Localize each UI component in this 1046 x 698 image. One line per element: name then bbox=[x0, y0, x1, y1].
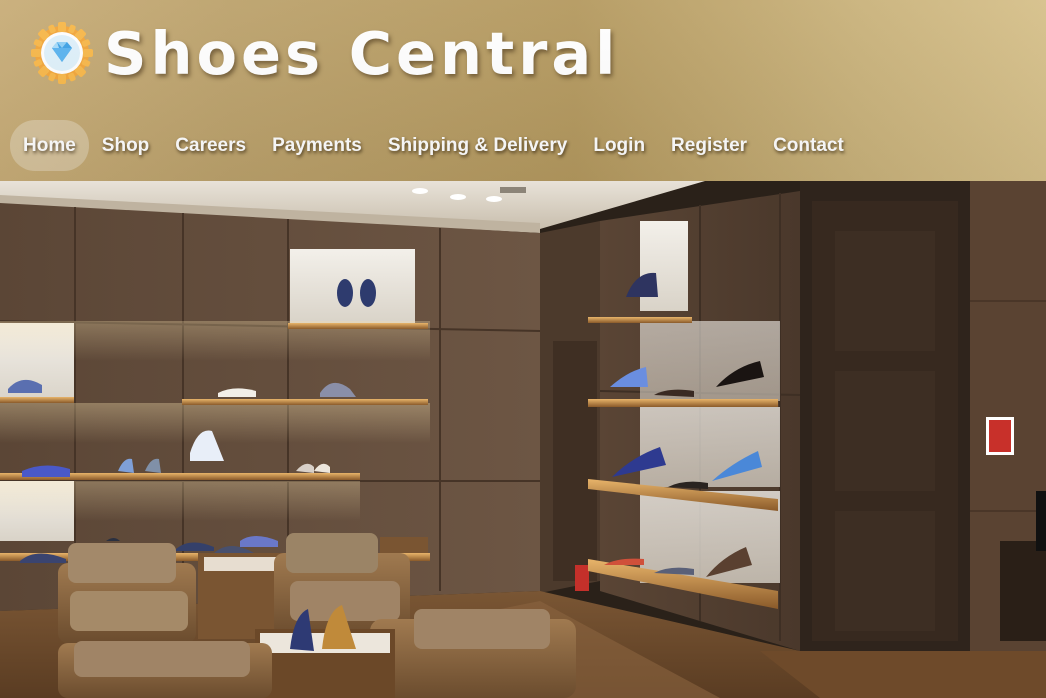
main-nav: Home Shop Careers Payments Shipping & De… bbox=[10, 120, 857, 171]
shoe-store-interior-illustration bbox=[0, 181, 1046, 698]
nav-login[interactable]: Login bbox=[580, 120, 658, 171]
site-header: Shoes Central Home Shop Careers Payments… bbox=[0, 0, 1046, 181]
nav-shipping-delivery[interactable]: Shipping & Delivery bbox=[375, 120, 580, 171]
hero-image bbox=[0, 181, 1046, 698]
site-title[interactable]: Shoes Central bbox=[104, 18, 619, 90]
nav-register[interactable]: Register bbox=[658, 120, 760, 171]
nav-payments[interactable]: Payments bbox=[259, 120, 375, 171]
nav-careers[interactable]: Careers bbox=[162, 120, 259, 171]
nav-shop[interactable]: Shop bbox=[89, 120, 163, 171]
nav-contact[interactable]: Contact bbox=[760, 120, 857, 171]
diamond-gear-icon[interactable] bbox=[31, 22, 93, 84]
nav-home[interactable]: Home bbox=[10, 120, 89, 171]
